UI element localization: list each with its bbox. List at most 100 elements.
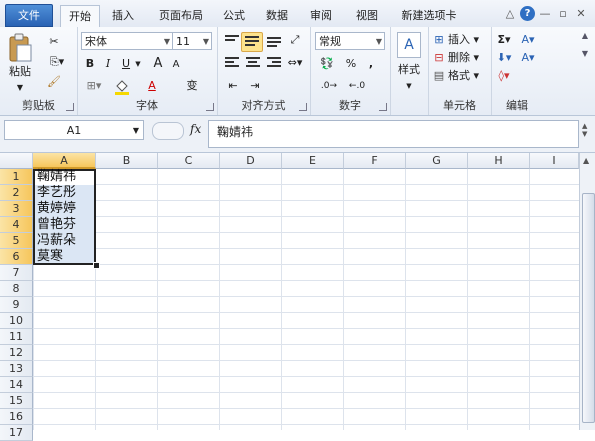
delete-cells-button[interactable]: 删除 ▾: [448, 49, 488, 67]
formula-expand-icon[interactable]: [152, 122, 184, 140]
row-header-17[interactable]: 17: [0, 425, 33, 441]
scroll-up-icon[interactable]: ▲: [583, 156, 589, 165]
row-header-9[interactable]: 9: [0, 297, 33, 313]
align-left-icon[interactable]: [225, 57, 239, 69]
tab-file[interactable]: 文件: [5, 4, 53, 27]
insert-cells-button[interactable]: 插入 ▾: [448, 31, 488, 49]
row-header-5[interactable]: 5: [0, 233, 33, 249]
formula-input[interactable]: 鞠婧祎: [208, 120, 579, 148]
row-header-15[interactable]: 15: [0, 393, 33, 409]
align-center-icon[interactable]: [246, 57, 260, 69]
orientation-icon[interactable]: ⤢: [285, 31, 305, 49]
comma-button[interactable]: ,: [364, 55, 378, 73]
cell-a1[interactable]: 鞠婧祎: [37, 169, 76, 185]
copy-icon[interactable]: ⎘▾: [44, 53, 70, 71]
insert-function-icon[interactable]: fx: [190, 122, 201, 136]
cell-a5[interactable]: 冯薪朵: [37, 233, 76, 249]
paste-dropdown-icon[interactable]: ▼: [5, 79, 35, 97]
row-header-3[interactable]: 3: [0, 201, 33, 217]
column-header-i[interactable]: I: [530, 153, 579, 169]
row-header-16[interactable]: 16: [0, 409, 33, 425]
increase-decimal-icon[interactable]: .0→: [318, 77, 340, 95]
format-cells-button[interactable]: 格式 ▾: [448, 67, 488, 85]
row-header-10[interactable]: 10: [0, 313, 33, 329]
increase-indent-icon[interactable]: ⇥: [245, 77, 265, 95]
number-launcher-icon[interactable]: [379, 103, 387, 111]
styles-dropdown-icon[interactable]: ▼: [392, 77, 426, 95]
column-header-b[interactable]: B: [96, 153, 158, 169]
tab-page-layout[interactable]: 页面布局: [150, 5, 212, 26]
borders-icon[interactable]: ⊞▾: [83, 77, 105, 95]
cell-area[interactable]: [33, 169, 579, 430]
styles-icon[interactable]: A: [397, 32, 421, 58]
row-header-1[interactable]: 1: [0, 169, 33, 185]
fill-handle[interactable]: [93, 262, 100, 269]
sort-filter-button[interactable]: A▾: [517, 31, 539, 49]
row-header-11[interactable]: 11: [0, 329, 33, 345]
number-format-select[interactable]: 常规 ▼: [315, 32, 385, 50]
bold-button[interactable]: B: [83, 55, 97, 73]
column-header-c[interactable]: C: [158, 153, 220, 169]
percent-button[interactable]: %: [344, 55, 358, 73]
font-name-select[interactable]: 宋体 ▼: [81, 32, 173, 50]
currency-icon[interactable]: 💱: [316, 55, 338, 73]
fill-color-icon[interactable]: [113, 77, 135, 95]
fill-icon[interactable]: ⬇▾: [493, 49, 515, 67]
font-size-select[interactable]: 11 ▼: [172, 32, 212, 50]
cell-a3[interactable]: 黄婷婷: [37, 201, 76, 217]
format-cells-icon[interactable]: ▤: [432, 67, 446, 85]
tab-insert[interactable]: 插入: [104, 5, 142, 26]
font-color-button[interactable]: A: [141, 77, 163, 95]
row-header-13[interactable]: 13: [0, 361, 33, 377]
align-bottom-icon[interactable]: [267, 37, 281, 49]
cell-a6[interactable]: 莫寒: [37, 249, 63, 265]
decrease-decimal-icon[interactable]: ←.0: [346, 77, 368, 95]
align-right-icon[interactable]: [267, 57, 281, 69]
delete-cells-icon[interactable]: ⊟: [432, 49, 446, 67]
column-header-g[interactable]: G: [406, 153, 468, 169]
tab-view[interactable]: 视图: [349, 5, 385, 26]
row-header-2[interactable]: 2: [0, 185, 33, 201]
phonetic-button[interactable]: 变: [181, 77, 203, 95]
vertical-scrollbar[interactable]: ▲: [579, 153, 595, 430]
name-box[interactable]: A1 ▼: [4, 120, 144, 140]
clipboard-launcher-icon[interactable]: [66, 103, 74, 111]
row-header-7[interactable]: 7: [0, 265, 33, 281]
grow-font-button[interactable]: A: [151, 55, 165, 73]
tab-home[interactable]: 开始: [60, 5, 100, 28]
paste-icon[interactable]: [8, 33, 32, 63]
row-header-12[interactable]: 12: [0, 345, 33, 361]
row-header-6[interactable]: 6: [0, 249, 33, 265]
clear-icon[interactable]: ◊▾: [493, 67, 515, 85]
close-icon[interactable]: ✕: [574, 6, 588, 22]
ribbon-scroll-icon[interactable]: ▲ ▼: [578, 27, 592, 115]
autosum-button[interactable]: Σ▾: [493, 31, 515, 49]
tab-review[interactable]: 审阅: [303, 5, 339, 26]
cut-icon[interactable]: ✂: [46, 33, 62, 51]
insert-cells-icon[interactable]: ⊞: [432, 31, 446, 49]
cell-a2[interactable]: 李艺彤: [37, 185, 76, 201]
shrink-font-button[interactable]: A: [169, 56, 183, 74]
column-header-f[interactable]: F: [344, 153, 406, 169]
decrease-indent-icon[interactable]: ⇤: [223, 77, 243, 95]
tab-data[interactable]: 数据: [259, 5, 295, 26]
align-top-icon[interactable]: [225, 35, 239, 47]
underline-button[interactable]: U: [119, 55, 133, 73]
find-select-button[interactable]: A▾: [517, 49, 539, 67]
italic-button[interactable]: I: [101, 55, 115, 73]
column-header-d[interactable]: D: [220, 153, 282, 169]
restore-icon[interactable]: ▫: [556, 6, 570, 22]
row-header-4[interactable]: 4: [0, 217, 33, 233]
column-header-a[interactable]: A: [33, 153, 96, 169]
formula-bar-expand-icon[interactable]: ▲ ▼: [582, 122, 592, 138]
underline-dropdown-icon[interactable]: ▼: [133, 55, 143, 73]
column-header-e[interactable]: E: [282, 153, 344, 169]
select-all-corner[interactable]: [0, 153, 33, 169]
font-launcher-icon[interactable]: [206, 103, 214, 111]
row-header-14[interactable]: 14: [0, 377, 33, 393]
alignment-launcher-icon[interactable]: [299, 103, 307, 111]
row-header-8[interactable]: 8: [0, 281, 33, 297]
cell-a4[interactable]: 曾艳芬: [37, 217, 76, 233]
align-middle-button[interactable]: [241, 32, 263, 52]
format-painter-icon[interactable]: 🖌: [46, 73, 62, 91]
